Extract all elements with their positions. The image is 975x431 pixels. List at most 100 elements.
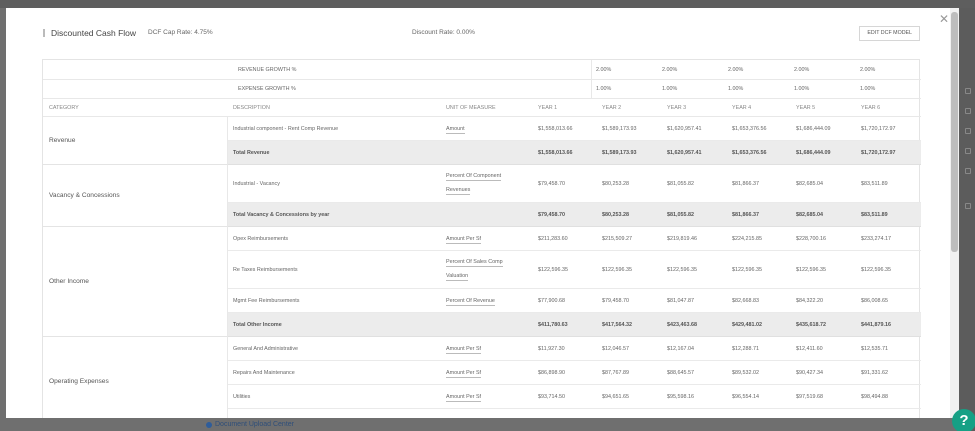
year-value: $97,519.68 bbox=[796, 394, 823, 400]
column-header-row: CATEGORY DESCRIPTION UNIT OF MEASURE YEAR 1… bbox=[43, 99, 921, 117]
unit-of-measure[interactable]: Amount Per Sf bbox=[446, 236, 482, 244]
dcf-table: REVENUE GROWTH % 2.00% 2.00% 2.00% 2.00% 2.00… bbox=[42, 59, 921, 418]
year-value: $81,055.82 bbox=[667, 212, 694, 218]
revenue-growth-label: REVENUE GROWTH % bbox=[238, 67, 297, 73]
revenue-growth-row: REVENUE GROWTH % 2.00% 2.00% 2.00% 2.00% 2.00… bbox=[43, 60, 921, 80]
col-unit: UNIT OF MEASURE bbox=[446, 105, 496, 111]
year-value: $122,596.35 bbox=[861, 267, 891, 273]
year-value: $82,668.83 bbox=[732, 298, 759, 304]
row-description: Total Other Income bbox=[233, 322, 282, 328]
dcf-modal: ✕ Discounted Cash Flow DCF Cap Rate: 4.7… bbox=[6, 8, 959, 418]
col-year: YEAR 3 bbox=[667, 105, 687, 111]
revenue-growth-value: 2.00% bbox=[728, 67, 744, 73]
unit-of-measure[interactable]: Percent Of Component bbox=[446, 173, 502, 181]
year-value: $1,558,013.66 bbox=[538, 126, 573, 132]
year-value: $423,463.68 bbox=[667, 322, 697, 328]
category-name: Vacancy & Concessions bbox=[49, 192, 120, 199]
year-value: $1,653,376.56 bbox=[732, 150, 767, 156]
year-value: $215,509.27 bbox=[602, 236, 632, 242]
category-cell: Vacancy & Concessions bbox=[43, 165, 228, 227]
expense-growth-label: EXPENSE GROWTH % bbox=[238, 86, 296, 92]
unit-of-measure[interactable]: Amount bbox=[446, 126, 465, 134]
revenue-growth-value: 2.00% bbox=[596, 67, 612, 73]
year-value: $79,458.70 bbox=[602, 298, 629, 304]
year-value: $80,253.28 bbox=[602, 212, 629, 218]
scrollbar-thumb[interactable] bbox=[951, 12, 958, 252]
year-value: $91,331.62 bbox=[861, 370, 888, 376]
unit-of-measure[interactable]: Percent Of Sales Comp bbox=[446, 259, 503, 267]
document-upload-link[interactable]: Document Upload Center bbox=[206, 421, 294, 428]
year-value: $122,596.35 bbox=[538, 267, 568, 273]
unit-of-measure[interactable]: Valuation bbox=[446, 273, 469, 281]
col-year: YEAR 1 bbox=[538, 105, 558, 111]
expense-growth-row: EXPENSE GROWTH % 1.00% 1.00% 1.00% 1.00% 1.00… bbox=[43, 79, 921, 99]
unit-of-measure[interactable]: Revenues bbox=[446, 187, 471, 195]
year-value: $1,558,013.66 bbox=[538, 150, 573, 156]
title-accent-bar bbox=[43, 29, 45, 37]
year-value: $411,780.63 bbox=[538, 322, 568, 328]
expense-growth-value: 1.00% bbox=[728, 86, 744, 92]
col-category: CATEGORY bbox=[49, 105, 79, 111]
year-value: $233,274.17 bbox=[861, 236, 891, 242]
growth-divider bbox=[591, 60, 592, 80]
year-value: $224,215.85 bbox=[732, 236, 762, 242]
year-value: $12,411.60 bbox=[796, 346, 823, 352]
year-value: $83,511.89 bbox=[861, 212, 888, 218]
category-name: Operating Expenses bbox=[49, 378, 109, 385]
expense-growth-value: 1.00% bbox=[596, 86, 612, 92]
year-value: $86,898.90 bbox=[538, 370, 565, 376]
col-description: DESCRIPTION bbox=[233, 105, 270, 111]
year-value: $11,927.30 bbox=[538, 346, 565, 352]
unit-of-measure[interactable]: Amount Per Sf bbox=[446, 394, 482, 402]
year-value: $1,653,376.56 bbox=[732, 126, 767, 132]
row-description: General And Administrative bbox=[233, 346, 299, 352]
unit-of-measure[interactable]: Percent Of Revenue bbox=[446, 298, 495, 306]
edit-dcf-model-button[interactable]: EDIT DCF MODEL bbox=[859, 26, 920, 41]
revenue-growth-value: 2.00% bbox=[662, 67, 678, 73]
year-value: $1,686,444.09 bbox=[796, 150, 831, 156]
unit-of-measure[interactable]: Amount Per Sf bbox=[446, 346, 482, 354]
year-value: $417,564.32 bbox=[602, 322, 632, 328]
row-description: Repairs And Maintenance bbox=[233, 370, 295, 376]
year-value: $94,651.65 bbox=[602, 394, 629, 400]
year-value: $80,253.28 bbox=[602, 181, 629, 187]
year-value: $122,596.35 bbox=[732, 267, 762, 273]
row-description: Re Taxes Reimbursements bbox=[233, 267, 298, 273]
modal-scrollbar[interactable] bbox=[950, 8, 959, 418]
backdrop bbox=[0, 0, 975, 8]
year-value: $435,618.72 bbox=[796, 322, 826, 328]
year-value: $122,596.35 bbox=[602, 267, 632, 273]
year-value: $81,866.37 bbox=[732, 212, 759, 218]
year-value: $81,866.37 bbox=[732, 181, 759, 187]
modal-header: Discounted Cash Flow DCF Cap Rate: 4.75%… bbox=[43, 26, 920, 44]
year-value: $82,685.04 bbox=[796, 181, 823, 187]
category-cell: Operating Expenses bbox=[43, 337, 228, 418]
background-sidebar bbox=[958, 8, 975, 431]
year-value: $12,288.71 bbox=[732, 346, 759, 352]
close-icon[interactable]: ✕ bbox=[939, 12, 949, 26]
unit-of-measure[interactable]: Amount Per Sf bbox=[446, 370, 482, 378]
year-value: $96,554.14 bbox=[732, 394, 759, 400]
year-value: $228,700.16 bbox=[796, 236, 826, 242]
help-button[interactable]: ? bbox=[952, 409, 975, 431]
revenue-growth-value: 2.00% bbox=[860, 67, 876, 73]
discount-rate: Discount Rate: 0.00% bbox=[412, 29, 475, 36]
year-value: $95,598.16 bbox=[667, 394, 694, 400]
year-value: $1,620,957.41 bbox=[667, 150, 702, 156]
year-value: $83,511.89 bbox=[861, 181, 888, 187]
row-description: Mgmt Fee Reimbursements bbox=[233, 298, 300, 304]
year-value: $81,047.87 bbox=[667, 298, 694, 304]
expense-growth-value: 1.00% bbox=[794, 86, 810, 92]
year-value: $81,055.82 bbox=[667, 181, 694, 187]
year-value: $12,046.57 bbox=[602, 346, 629, 352]
row-description: Industrial - Vacancy bbox=[233, 181, 280, 187]
row-description: Total Vacancy & Concessions by year bbox=[233, 212, 330, 218]
row-description: Total Revenue bbox=[233, 150, 270, 156]
year-value: $90,427.34 bbox=[796, 370, 823, 376]
year-value: $441,879.16 bbox=[861, 322, 891, 328]
year-value: $77,900.68 bbox=[538, 298, 565, 304]
year-value: $219,819.46 bbox=[667, 236, 697, 242]
row-description: Opex Reimbursements bbox=[233, 236, 289, 242]
year-value: $87,767.89 bbox=[602, 370, 629, 376]
year-value: $84,322.20 bbox=[796, 298, 823, 304]
